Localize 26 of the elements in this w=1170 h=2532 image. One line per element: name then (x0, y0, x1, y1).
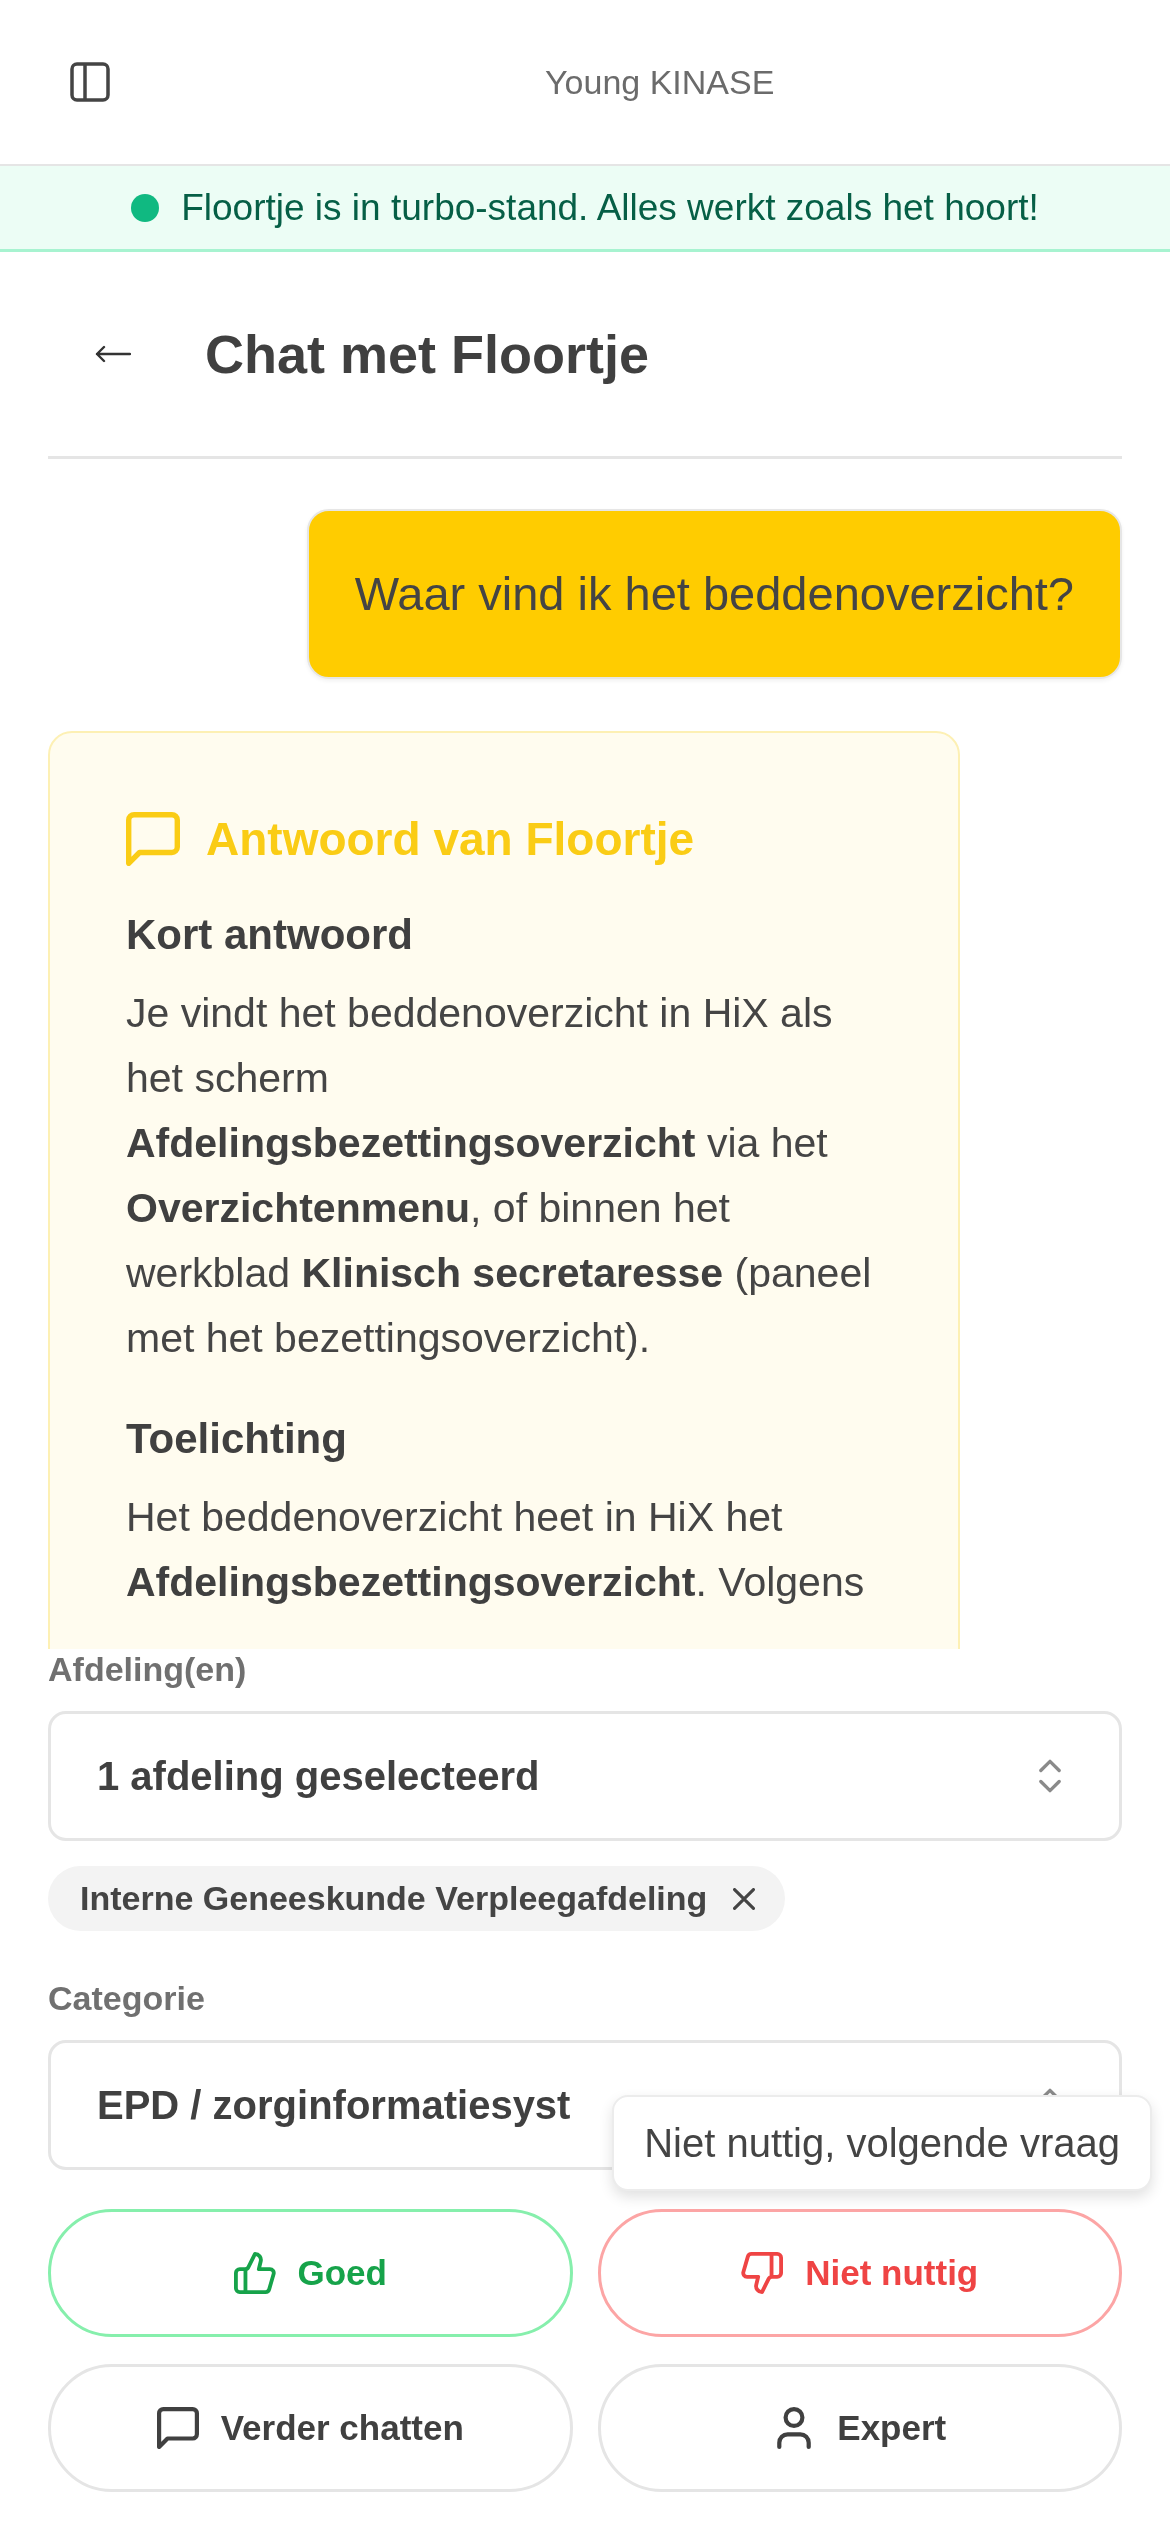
user-message: Waar vind ik het beddenoverzicht? (306, 509, 1122, 679)
back-arrow-icon[interactable] (95, 345, 131, 363)
answer-paragraph: Je vindt het beddenoverzicht in HiX als het scherm Afdelingsbezettingsoverzicht via het Overzichtenmenu, of binnen het werkblad Klinisch secretaresse (paneel met het bezettingsoverzicht). (126, 989, 873, 1363)
tag-label: Interne Geneeskunde Verpleegafdeling (80, 1879, 708, 1918)
sidebar-icon[interactable] (70, 62, 110, 102)
status-text: Floortje is in turbo-stand. Alles werkt zoals het hoort! (181, 186, 1039, 229)
continue-chat-button[interactable]: Verder chatten (48, 2364, 573, 2492)
close-icon[interactable] (733, 1887, 756, 1910)
answer-title: Antwoord van Floortje (206, 812, 695, 867)
select-field[interactable]: 1 afdeling geselecteerd (48, 1711, 1122, 1841)
not-useful-button[interactable]: Niet nuttig (597, 2209, 1122, 2337)
section-heading: Kort antwoord (126, 911, 414, 959)
status-dot-icon (131, 193, 160, 222)
thumbs-up-icon (233, 2252, 276, 2294)
answer-paragraph: Het beddenoverzicht heet in HiX het Afdelingsbezettingsoverzicht. Volgens (126, 1493, 866, 1607)
field-label: Afdeling(en) (48, 1649, 248, 1689)
expert-button[interactable]: Expert (597, 2364, 1122, 2492)
thumbs-down-icon (741, 2252, 784, 2294)
chat-bubble-icon (156, 2407, 199, 2449)
chat-bubble-icon (126, 812, 180, 866)
chat-title: Chat met Floortje (205, 323, 650, 385)
section-heading: Toelichting (126, 1415, 348, 1463)
field-label: Categorie (48, 1978, 206, 2018)
chevron-up-down-icon (1039, 1759, 1061, 1793)
tooltip: Niet nuttig, volgende vraag (612, 2095, 1152, 2191)
app-title: Young KINASE (545, 62, 775, 102)
